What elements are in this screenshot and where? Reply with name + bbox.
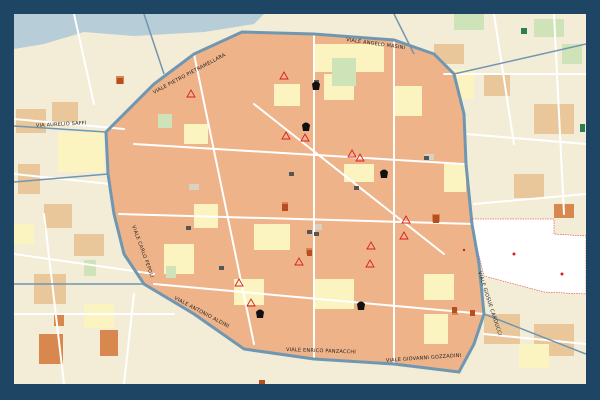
map-frame: VIA AURELIO SAFFI VIALE PIETRO PIETRAMEL…: [0, 0, 600, 400]
hotel-icon[interactable]: [433, 215, 439, 223]
hotel-icon[interactable]: [259, 380, 265, 384]
museum-icon[interactable]: [289, 172, 294, 176]
theater-icon[interactable]: [380, 169, 388, 179]
hotel-icon[interactable]: [452, 307, 457, 313]
marker-icon[interactable]: [512, 252, 516, 256]
hotel-icon[interactable]: [470, 310, 475, 316]
museum-icon[interactable]: [314, 232, 319, 236]
museum-icon[interactable]: [186, 226, 191, 230]
hotel-icon[interactable]: [282, 204, 288, 211]
theater-icon[interactable]: [312, 81, 320, 91]
theater-icon[interactable]: [302, 122, 310, 132]
city-map[interactable]: VIA AURELIO SAFFI VIALE PIETRO PIETRAMEL…: [14, 14, 586, 384]
museum-icon[interactable]: [424, 156, 429, 160]
theater-icon[interactable]: [357, 301, 365, 311]
map-canvas[interactable]: VIA AURELIO SAFFI VIALE PIETRO PIETRAMEL…: [14, 14, 586, 384]
hotel-icon[interactable]: [117, 78, 123, 84]
marker-icon[interactable]: [462, 248, 466, 252]
marker-icon[interactable]: [560, 272, 564, 276]
museum-icon[interactable]: [219, 266, 224, 270]
museum-icon[interactable]: [354, 186, 359, 190]
theater-icon[interactable]: [256, 309, 264, 319]
museum-icon[interactable]: [307, 230, 312, 234]
hotel-icon[interactable]: [307, 250, 312, 256]
